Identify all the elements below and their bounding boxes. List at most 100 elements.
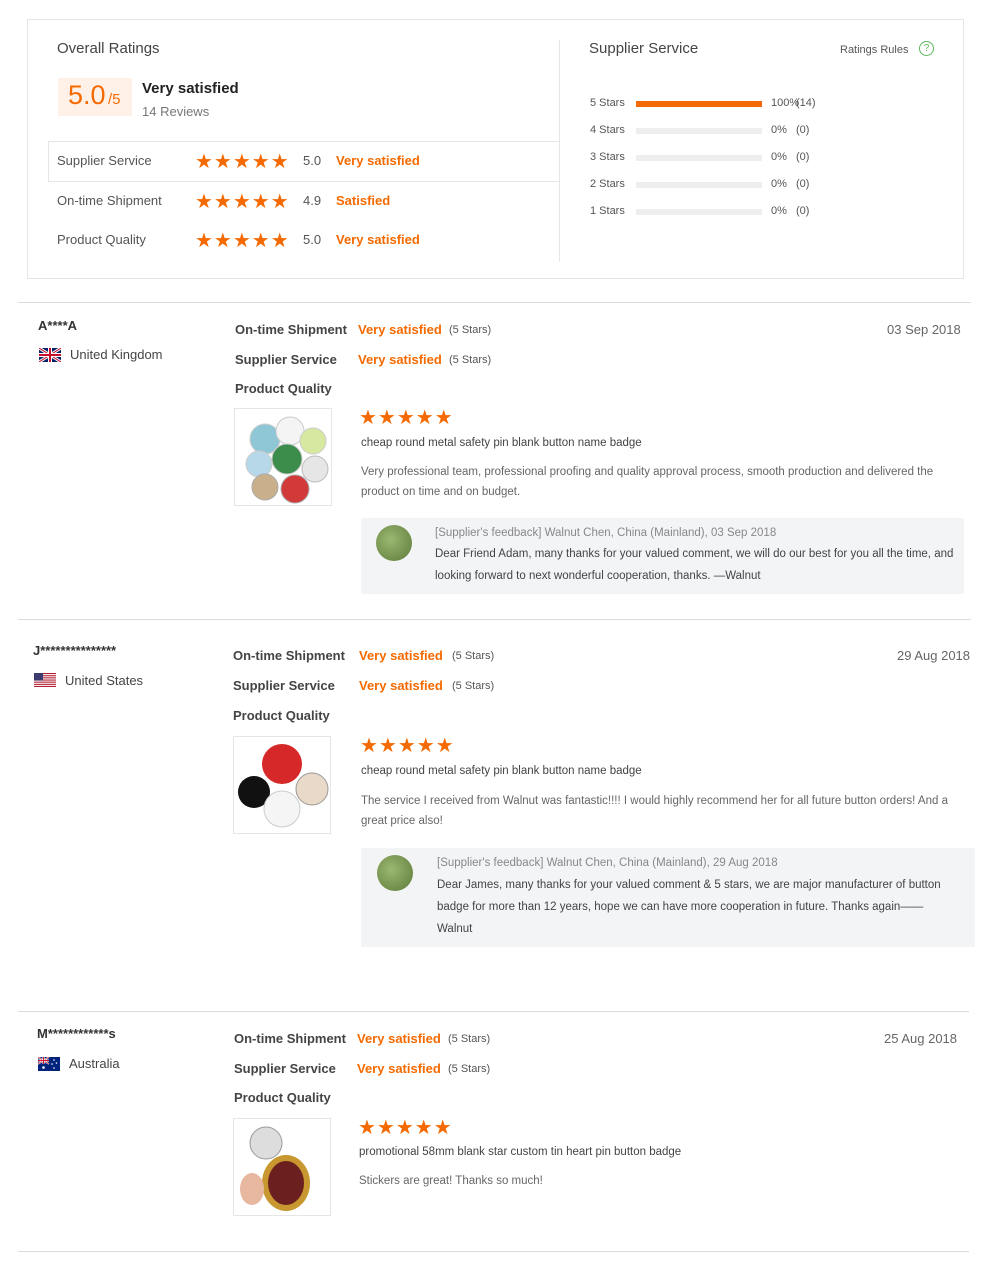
overall-ratings-title: Overall Ratings xyxy=(57,40,160,57)
rating-row-product-quality: Product Quality ★★★★★ 5.0 Very satisfied xyxy=(57,230,457,254)
bar-percent: 0% xyxy=(771,178,787,190)
service-verdict: Very satisfied xyxy=(358,352,442,367)
bar-track xyxy=(636,155,762,161)
product-image[interactable] xyxy=(233,1118,331,1216)
feedback-header: [Supplier's feedback] Walnut Chen, China… xyxy=(437,857,778,869)
rating-row-ontime-shipment: On-time Shipment ★★★★★ 4.9 Satisfied xyxy=(57,191,457,215)
overall-score: 5.0 xyxy=(68,80,106,110)
product-name[interactable]: cheap round metal safety pin blank butto… xyxy=(361,437,642,449)
review-separator xyxy=(18,1011,969,1012)
rating-verdict: Very satisfied xyxy=(336,232,420,247)
star-bar-2: 2 Stars 0% (0) xyxy=(590,178,890,192)
rating-label: On-time Shipment xyxy=(57,193,162,208)
rating-label: Supplier Service xyxy=(57,153,152,168)
au-flag-icon xyxy=(38,1057,60,1071)
star-bar-3: 3 Stars 0% (0) xyxy=(590,151,890,165)
product-image[interactable] xyxy=(233,736,331,834)
ontime-verdict: Very satisfied xyxy=(359,648,443,663)
rating-score: 5.0 xyxy=(303,153,322,168)
bar-count: (14) xyxy=(796,97,816,109)
bar-label: 1 Stars xyxy=(590,205,625,217)
product-quality-label: Product Quality xyxy=(234,1090,331,1105)
feedback-text: Dear Friend Adam, many thanks for your v… xyxy=(435,548,954,582)
bar-count: (0) xyxy=(796,178,810,190)
bar-label: 4 Stars xyxy=(590,124,625,136)
service-verdict: Very satisfied xyxy=(357,1061,441,1076)
ontime-shipment-label: On-time Shipment xyxy=(233,648,345,663)
rating-verdict: Satisfied xyxy=(336,193,391,208)
divider xyxy=(48,181,559,182)
bar-label: 2 Stars xyxy=(590,178,625,190)
ratings-summary: Overall Ratings 5.0 /5 Very satisfied 14… xyxy=(27,19,964,279)
overall-verdict: Very satisfied xyxy=(142,80,239,97)
star-icons: ★★★★★ xyxy=(195,191,290,213)
bar-label: 5 Stars xyxy=(590,97,625,109)
review-count: 14 Reviews xyxy=(142,104,210,119)
avatar xyxy=(376,525,412,561)
supplier-service-label: Supplier Service xyxy=(233,678,335,693)
review-text: The service I received from Walnut was f… xyxy=(361,795,948,827)
star-bar-5: 5 Stars 100% (14) xyxy=(590,97,890,111)
us-flag-icon xyxy=(34,673,56,687)
bar-count: (0) xyxy=(796,124,810,136)
divider xyxy=(48,141,49,181)
product-name[interactable]: cheap round metal safety pin blank butto… xyxy=(361,765,642,777)
service-stars: (5 Stars) xyxy=(448,1063,491,1075)
ontime-stars: (5 Stars) xyxy=(449,324,492,336)
review-text: Stickers are great! Thanks so much! xyxy=(359,1175,543,1187)
rating-verdict: Very satisfied xyxy=(336,153,420,168)
review-date: 29 Aug 2018 xyxy=(897,648,971,663)
star-icons: ★★★★★ xyxy=(195,151,290,173)
ontime-shipment-label: On-time Shipment xyxy=(235,322,347,337)
review-date: 25 Aug 2018 xyxy=(884,1031,958,1046)
star-icons: ★★★★★ xyxy=(195,230,290,252)
feedback-header: [Supplier's feedback] Walnut Chen, China… xyxy=(435,527,777,539)
reviewer-country: United Kingdom xyxy=(70,347,163,362)
star-bar-1: 1 Stars 0% (0) xyxy=(590,205,890,219)
review-star-icons: ★★★★★ xyxy=(358,1117,453,1139)
overall-score-box: 5.0 /5 xyxy=(58,78,132,116)
ontime-verdict: Very satisfied xyxy=(358,322,442,337)
rating-label: Product Quality xyxy=(57,232,146,247)
overall-score-denominator: /5 xyxy=(108,91,121,108)
reviewer-country: Australia xyxy=(69,1056,120,1071)
supplier-feedback: [Supplier's feedback] Walnut Chen, China… xyxy=(361,848,975,947)
ontime-stars: (5 Stars) xyxy=(448,1033,491,1045)
bar-percent: 0% xyxy=(771,205,787,217)
feedback-text: Dear James, many thanks for your valued … xyxy=(437,879,941,935)
review-separator xyxy=(18,1251,969,1252)
reviewer-country: United States xyxy=(65,673,144,688)
reviewer-name: J*************** xyxy=(33,643,117,658)
divider xyxy=(559,40,560,262)
ratings-rules-link[interactable]: Ratings Rules xyxy=(840,44,908,56)
review-star-icons: ★★★★★ xyxy=(360,735,455,757)
help-icon[interactable]: ? xyxy=(919,41,934,56)
bar-count: (0) xyxy=(796,151,810,163)
bar-label: 3 Stars xyxy=(590,151,625,163)
uk-flag-icon xyxy=(39,348,61,362)
bar-percent: 0% xyxy=(771,151,787,163)
bar-track xyxy=(636,101,762,107)
product-name[interactable]: promotional 58mm blank star custom tin h… xyxy=(359,1146,681,1158)
avatar xyxy=(377,855,413,891)
product-quality-label: Product Quality xyxy=(235,381,332,396)
rating-row-supplier-service: Supplier Service ★★★★★ 5.0 Very satisfie… xyxy=(57,151,457,175)
review-date: 03 Sep 2018 xyxy=(887,322,961,337)
bar-track xyxy=(636,182,762,188)
product-quality-label: Product Quality xyxy=(233,708,330,723)
supplier-service-title: Supplier Service xyxy=(589,40,699,57)
rating-score: 4.9 xyxy=(303,193,322,208)
bar-track xyxy=(636,209,762,215)
divider xyxy=(48,141,559,142)
reviewer-name: A****A xyxy=(38,318,78,333)
bar-track xyxy=(636,128,762,134)
product-image[interactable] xyxy=(234,408,332,506)
service-stars: (5 Stars) xyxy=(452,680,495,692)
review-separator xyxy=(18,302,971,303)
service-verdict: Very satisfied xyxy=(359,678,443,693)
bar-count: (0) xyxy=(796,205,810,217)
star-bar-4: 4 Stars 0% (0) xyxy=(590,124,890,138)
reviewer-name: M************s xyxy=(37,1026,116,1041)
ontime-stars: (5 Stars) xyxy=(452,650,495,662)
bar-fill xyxy=(636,101,762,107)
